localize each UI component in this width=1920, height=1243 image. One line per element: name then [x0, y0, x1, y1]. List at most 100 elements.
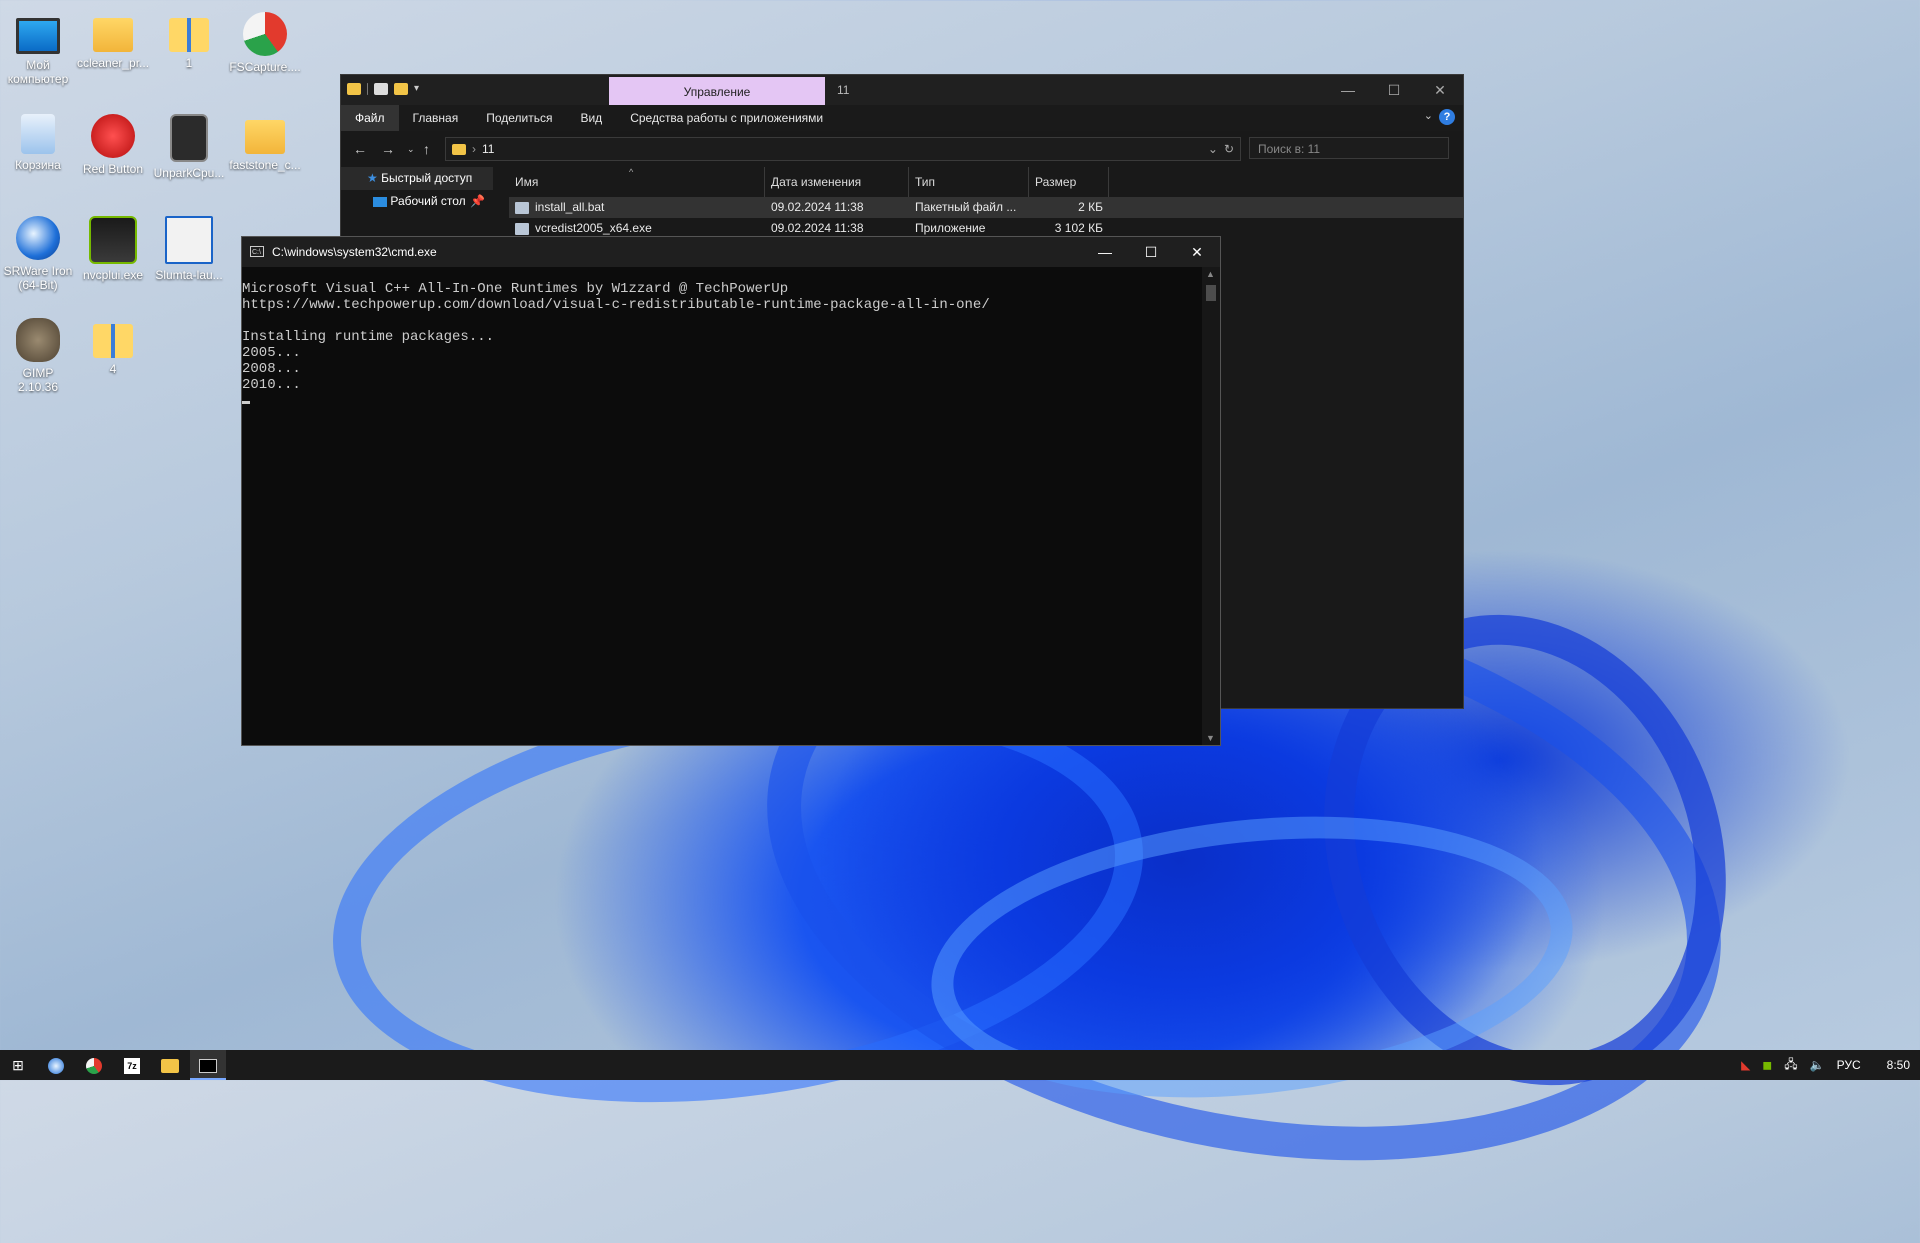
- folder-icon: [245, 120, 285, 154]
- file-name: install_all.bat: [509, 197, 765, 218]
- desktop-icon-recycle-bin[interactable]: Корзина: [2, 110, 74, 172]
- column-date[interactable]: Дата изменения: [765, 167, 909, 197]
- column-type[interactable]: Тип: [909, 167, 1029, 197]
- recent-locations-icon[interactable]: ⌄: [407, 144, 415, 155]
- new-folder-icon[interactable]: [394, 83, 408, 95]
- nav-item-quick-access[interactable]: ★ Быстрый доступ: [341, 167, 493, 190]
- console-output[interactable]: Microsoft Visual C++ All-In-One Runtimes…: [242, 281, 990, 409]
- cmd-title: C:\windows\system32\cmd.exe: [272, 245, 437, 259]
- scrollbar[interactable]: ▲ ▼: [1202, 267, 1220, 745]
- nvidia-tray-icon[interactable]: ◼: [1762, 1058, 1772, 1072]
- maximize-button[interactable]: ☐: [1371, 75, 1417, 105]
- properties-icon[interactable]: [374, 83, 388, 95]
- desktop-icon-4[interactable]: 4: [77, 314, 149, 376]
- chevron-down-icon[interactable]: ⌄: [1208, 142, 1218, 156]
- desktop-icon-ccleaner[interactable]: ccleaner_pr...: [77, 8, 149, 70]
- desktop-icon-faststone[interactable]: faststone_c...: [229, 110, 301, 172]
- exe-file-icon: [515, 222, 529, 235]
- console-line: 2005...: [242, 345, 301, 361]
- address-bar[interactable]: › 11 ⌄ ↻: [445, 137, 1241, 161]
- minimize-button[interactable]: —: [1082, 237, 1128, 267]
- console-icon: C:\: [250, 246, 264, 257]
- minimize-button[interactable]: —: [1325, 75, 1371, 105]
- desktop-icon-gimp[interactable]: GIMP 2.10.36: [2, 314, 74, 394]
- taskbar-7zip[interactable]: 7z: [114, 1050, 150, 1080]
- file-date: 09.02.2024 11:38: [771, 200, 864, 214]
- language-indicator[interactable]: РУС: [1837, 1058, 1861, 1072]
- scroll-down-icon[interactable]: ▼: [1206, 733, 1215, 743]
- console-line: https://www.techpowerup.com/download/vis…: [242, 297, 990, 313]
- console-icon: [199, 1059, 217, 1074]
- maximize-button[interactable]: ☐: [1128, 237, 1174, 267]
- desktop-icon-unparkcpu[interactable]: UnparkCpu...: [153, 110, 225, 180]
- breadcrumb[interactable]: 11: [482, 142, 494, 156]
- windows-logo-icon: ⊞: [12, 1057, 24, 1073]
- desktop-icon-1[interactable]: 1: [153, 8, 225, 70]
- desktop-icon-red-button[interactable]: Red Button: [77, 110, 149, 176]
- fscapture-icon: [243, 12, 287, 56]
- explorer-titlebar[interactable]: ▾ Управление 11 — ☐ ✕: [341, 75, 1463, 105]
- folder-icon: [93, 18, 133, 52]
- column-headers: Имя ^ Дата изменения Тип Размер: [509, 167, 1463, 197]
- refresh-icon[interactable]: ↻: [1224, 142, 1240, 156]
- desktop-icon-slumta[interactable]: Slumta-lau...: [153, 212, 225, 282]
- column-name[interactable]: Имя ^: [509, 167, 765, 197]
- back-icon[interactable]: ←: [353, 141, 367, 157]
- zip-folder-icon: [169, 18, 209, 52]
- desktop-icon-fscapture[interactable]: FSCapture....: [229, 8, 301, 74]
- close-button[interactable]: ✕: [1174, 237, 1220, 267]
- separator: [367, 83, 368, 95]
- taskbar-cmd[interactable]: [190, 1050, 226, 1080]
- up-icon[interactable]: ↑: [423, 141, 430, 157]
- cpu-chip-icon: [170, 114, 208, 162]
- manage-tab[interactable]: Управление: [609, 77, 825, 105]
- volume-icon[interactable]: 🔈: [1810, 1058, 1825, 1072]
- gimp-icon: [16, 318, 60, 362]
- desktop-icon: [373, 196, 387, 207]
- customize-toolbar-icon[interactable]: ▾: [414, 83, 424, 95]
- fscapture-icon: [86, 1058, 102, 1075]
- file-row[interactable]: install_all.bat 09.02.2024 11:38 Пакетный …: [509, 197, 1463, 218]
- sort-ascending-icon: ^: [629, 167, 634, 177]
- taskbar-file-explorer[interactable]: [152, 1050, 188, 1080]
- tab-home[interactable]: Главная: [399, 105, 473, 131]
- srware-iron-icon: [16, 216, 60, 260]
- taskbar-srware-iron[interactable]: [38, 1050, 74, 1080]
- search-input[interactable]: Поиск в: 11: [1249, 137, 1449, 159]
- console-line: 2008...: [242, 361, 301, 377]
- window-title: 11: [837, 83, 850, 97]
- text-cursor: [242, 401, 250, 404]
- tab-share[interactable]: Поделиться: [472, 105, 566, 131]
- scroll-thumb[interactable]: [1206, 285, 1216, 301]
- scroll-up-icon[interactable]: ▲: [1206, 269, 1215, 279]
- address-bar-row: ← → ⌄ ↑ › 11 ⌄ ↻ Поиск в: 11: [341, 131, 1463, 167]
- cmd-window[interactable]: C:\ C:\windows\system32\cmd.exe — ☐ ✕ Mi…: [241, 236, 1221, 746]
- help-icon[interactable]: ?: [1439, 109, 1455, 125]
- column-size[interactable]: Размер: [1029, 167, 1109, 197]
- desktop-icon-my-computer[interactable]: Мой компьютер: [2, 8, 74, 86]
- slumta-icon: [165, 216, 213, 264]
- desktop-icon-srware-iron[interactable]: SRWare Iron (64-Bit): [2, 212, 74, 292]
- folder-icon: [161, 1059, 179, 1074]
- recycle-bin-icon: [21, 114, 55, 154]
- nav-item-desktop[interactable]: Рабочий стол 📌: [341, 190, 493, 213]
- file-size: 2 КБ: [1078, 200, 1103, 214]
- breadcrumb-separator: ›: [472, 142, 476, 156]
- forward-icon[interactable]: →: [381, 141, 395, 157]
- system-tray: ◣ ◼ 🖧 🔈 РУС 8:50: [1741, 1050, 1910, 1080]
- clock[interactable]: 8:50: [1887, 1058, 1910, 1072]
- network-icon[interactable]: 🖧: [1784, 1055, 1797, 1076]
- fscapture-tray-icon[interactable]: ◣: [1741, 1058, 1750, 1072]
- tab-file[interactable]: Файл: [341, 105, 399, 131]
- close-button[interactable]: ✕: [1417, 75, 1463, 105]
- quick-access-toolbar: ▾: [347, 83, 424, 95]
- desktop-icon-nvcplui[interactable]: nvcplui.exe: [77, 212, 149, 282]
- taskbar-fscapture[interactable]: [76, 1050, 112, 1080]
- tab-view[interactable]: Вид: [566, 105, 616, 131]
- ribbon-tabs: Файл Главная Поделиться Вид Средства раб…: [341, 105, 1463, 131]
- pin-icon: 📌: [470, 194, 485, 208]
- start-button[interactable]: ⊞: [0, 1050, 36, 1080]
- cmd-titlebar[interactable]: C:\ C:\windows\system32\cmd.exe — ☐ ✕: [242, 237, 1220, 267]
- tab-app-tools[interactable]: Средства работы с приложениями: [616, 105, 837, 131]
- expand-ribbon-icon[interactable]: ⌄: [1424, 109, 1433, 122]
